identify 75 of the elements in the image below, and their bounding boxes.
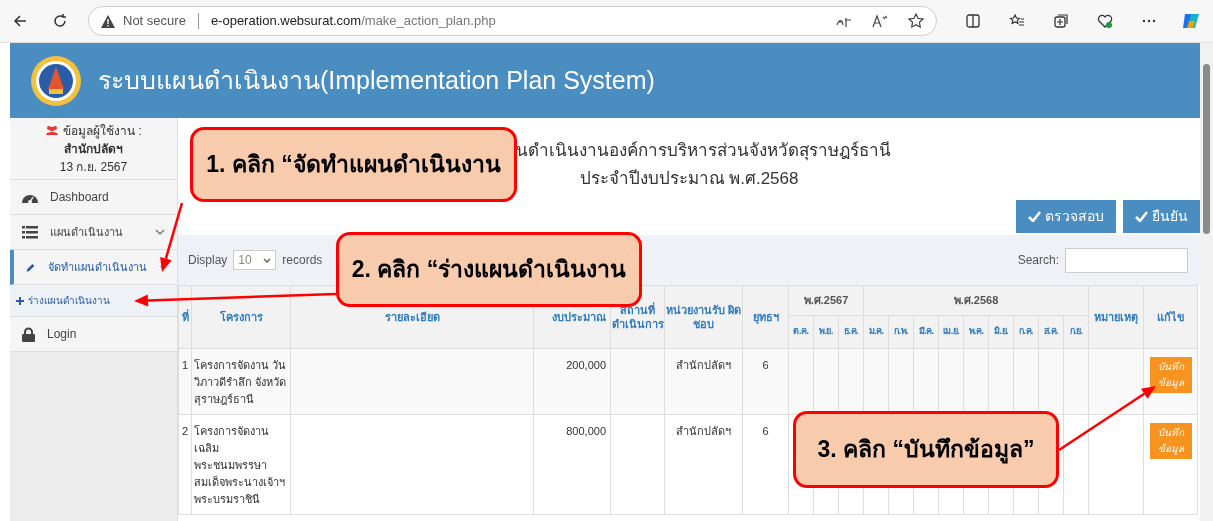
column-header: ที่ xyxy=(178,285,192,349)
column-header: ยุทธฯ xyxy=(742,285,789,349)
sidebar-item[interactable]: Login xyxy=(10,317,177,352)
sidebar-subitem[interactable]: ร่างแผนดำเนินงาน xyxy=(10,285,177,317)
back-icon[interactable] xyxy=(12,13,28,29)
lock-icon xyxy=(22,326,35,342)
callout: 3. คลิก “บันทึกข้อมูล” xyxy=(793,411,1059,488)
table-cell: 200,000 xyxy=(533,348,611,415)
year-header: พ.ศ.2567 xyxy=(788,285,864,316)
table-cell: 6 xyxy=(742,414,789,515)
heart-icon[interactable] xyxy=(1097,13,1113,29)
table-cell: 800,000 xyxy=(533,414,611,515)
sidebar-item[interactable]: จัดทำแผนดำเนินงาน xyxy=(10,250,177,285)
display-label: Display xyxy=(188,252,228,269)
column-header: หมายเหตุ xyxy=(1088,285,1144,349)
callout: 1. คลิก “จัดทำแผนดำเนินงาน xyxy=(190,127,517,202)
search-field[interactable] xyxy=(1065,247,1188,273)
table-cell: 2 xyxy=(178,414,192,515)
month-header: เม.ย. xyxy=(938,315,964,349)
chevron-down-icon xyxy=(155,229,165,235)
page-subtitle: ประจำปีงบประมาณ พ.ศ.2568 xyxy=(579,168,799,190)
address-bar[interactable]: Not secure e-operation.websurat.com/make_action_plan.php xyxy=(88,6,937,36)
table-cell: 6 xyxy=(742,348,789,415)
app-title: ระบบแผนดำเนินงาน(Implementation Plan System) xyxy=(98,64,655,96)
search-label: Search: xyxy=(1017,252,1059,269)
column-header: แก้ไข xyxy=(1143,285,1198,349)
logo-icon xyxy=(30,54,82,107)
page-title: นดำเนินงานองค์การบริหารส่วนจังหวัดสุราษฎร์ธานี xyxy=(516,141,891,160)
action-button[interactable]: ตรวจสอบ xyxy=(1016,200,1116,233)
check-icon xyxy=(1028,211,1041,222)
subitem-label: ร่างแผนดำเนินงาน xyxy=(28,294,110,308)
table-cell: โครงการจัดงาน วัน วิภาวดีรำลึก จังหวัด สุราษฎร์ธานี xyxy=(191,348,291,415)
table-cell: สำนักปลัดฯ xyxy=(664,348,743,415)
month-header: พ.ค. xyxy=(963,315,989,349)
star-icon[interactable] xyxy=(908,13,924,29)
caret-icon xyxy=(263,257,272,263)
column-header: หน่วยงานรับ ผิดชอบ xyxy=(664,285,743,349)
column-header: โครงการ xyxy=(191,285,291,349)
month-header: พ.ย. xyxy=(813,315,839,349)
table-cell: โครงการจัดงาน เฉลิม พระชนมพรรษา สมเด็จพระนางเจ้าฯ พระบรมราชินี xyxy=(191,414,291,515)
page-size-select[interactable]: 10 xyxy=(233,250,277,270)
scrollbar[interactable] xyxy=(1200,43,1213,521)
month-header: ก.พ. xyxy=(888,315,914,349)
read-aloud-icon[interactable] xyxy=(872,14,888,28)
split-screen-icon[interactable] xyxy=(965,13,981,29)
collections-icon[interactable] xyxy=(1053,13,1069,29)
reload-icon[interactable] xyxy=(52,13,68,29)
year-header: พ.ศ.2568 xyxy=(863,285,1089,316)
sidebar-item[interactable]: แผนดำเนินงาน xyxy=(10,215,177,250)
users-icon xyxy=(45,125,60,136)
favorites-icon[interactable] xyxy=(1009,13,1025,29)
callout-arrow xyxy=(160,202,184,272)
callout: 2. คลิก “ร่างแผนดำเนินงาน xyxy=(336,232,642,307)
url-text: e-operation.websurat.com/make_action_plan.php xyxy=(210,12,496,31)
user-date: 13 ก.ย. 2567 xyxy=(59,158,128,176)
table-cell: 1 xyxy=(178,348,192,415)
month-header: ม.ค. xyxy=(863,315,889,349)
sidebar-item[interactable]: Dashboard xyxy=(10,180,177,215)
table-cell: สำนักปลัดฯ xyxy=(664,414,743,515)
records-label: records xyxy=(282,252,323,269)
month-header: ธ.ค. xyxy=(838,315,864,349)
month-header: ต.ค. xyxy=(788,315,814,349)
user-name: สำนักปลัดฯ xyxy=(64,140,123,158)
copilot-icon[interactable] xyxy=(1181,11,1201,31)
month-header: มิ.ย. xyxy=(988,315,1014,349)
warning-icon xyxy=(101,14,115,28)
month-header: มี.ค. xyxy=(913,315,939,349)
month-header: ก.ค. xyxy=(1013,315,1039,349)
check-icon xyxy=(1135,211,1148,222)
list-icon xyxy=(22,225,38,239)
security-label: Not secure xyxy=(123,12,186,31)
action-button[interactable]: ยืนยัน xyxy=(1123,200,1200,233)
month-header: ส.ค. xyxy=(1038,315,1064,349)
user-label: ข้อมูลผู้ใช้งาน : xyxy=(63,122,142,140)
plus-icon xyxy=(16,296,24,305)
